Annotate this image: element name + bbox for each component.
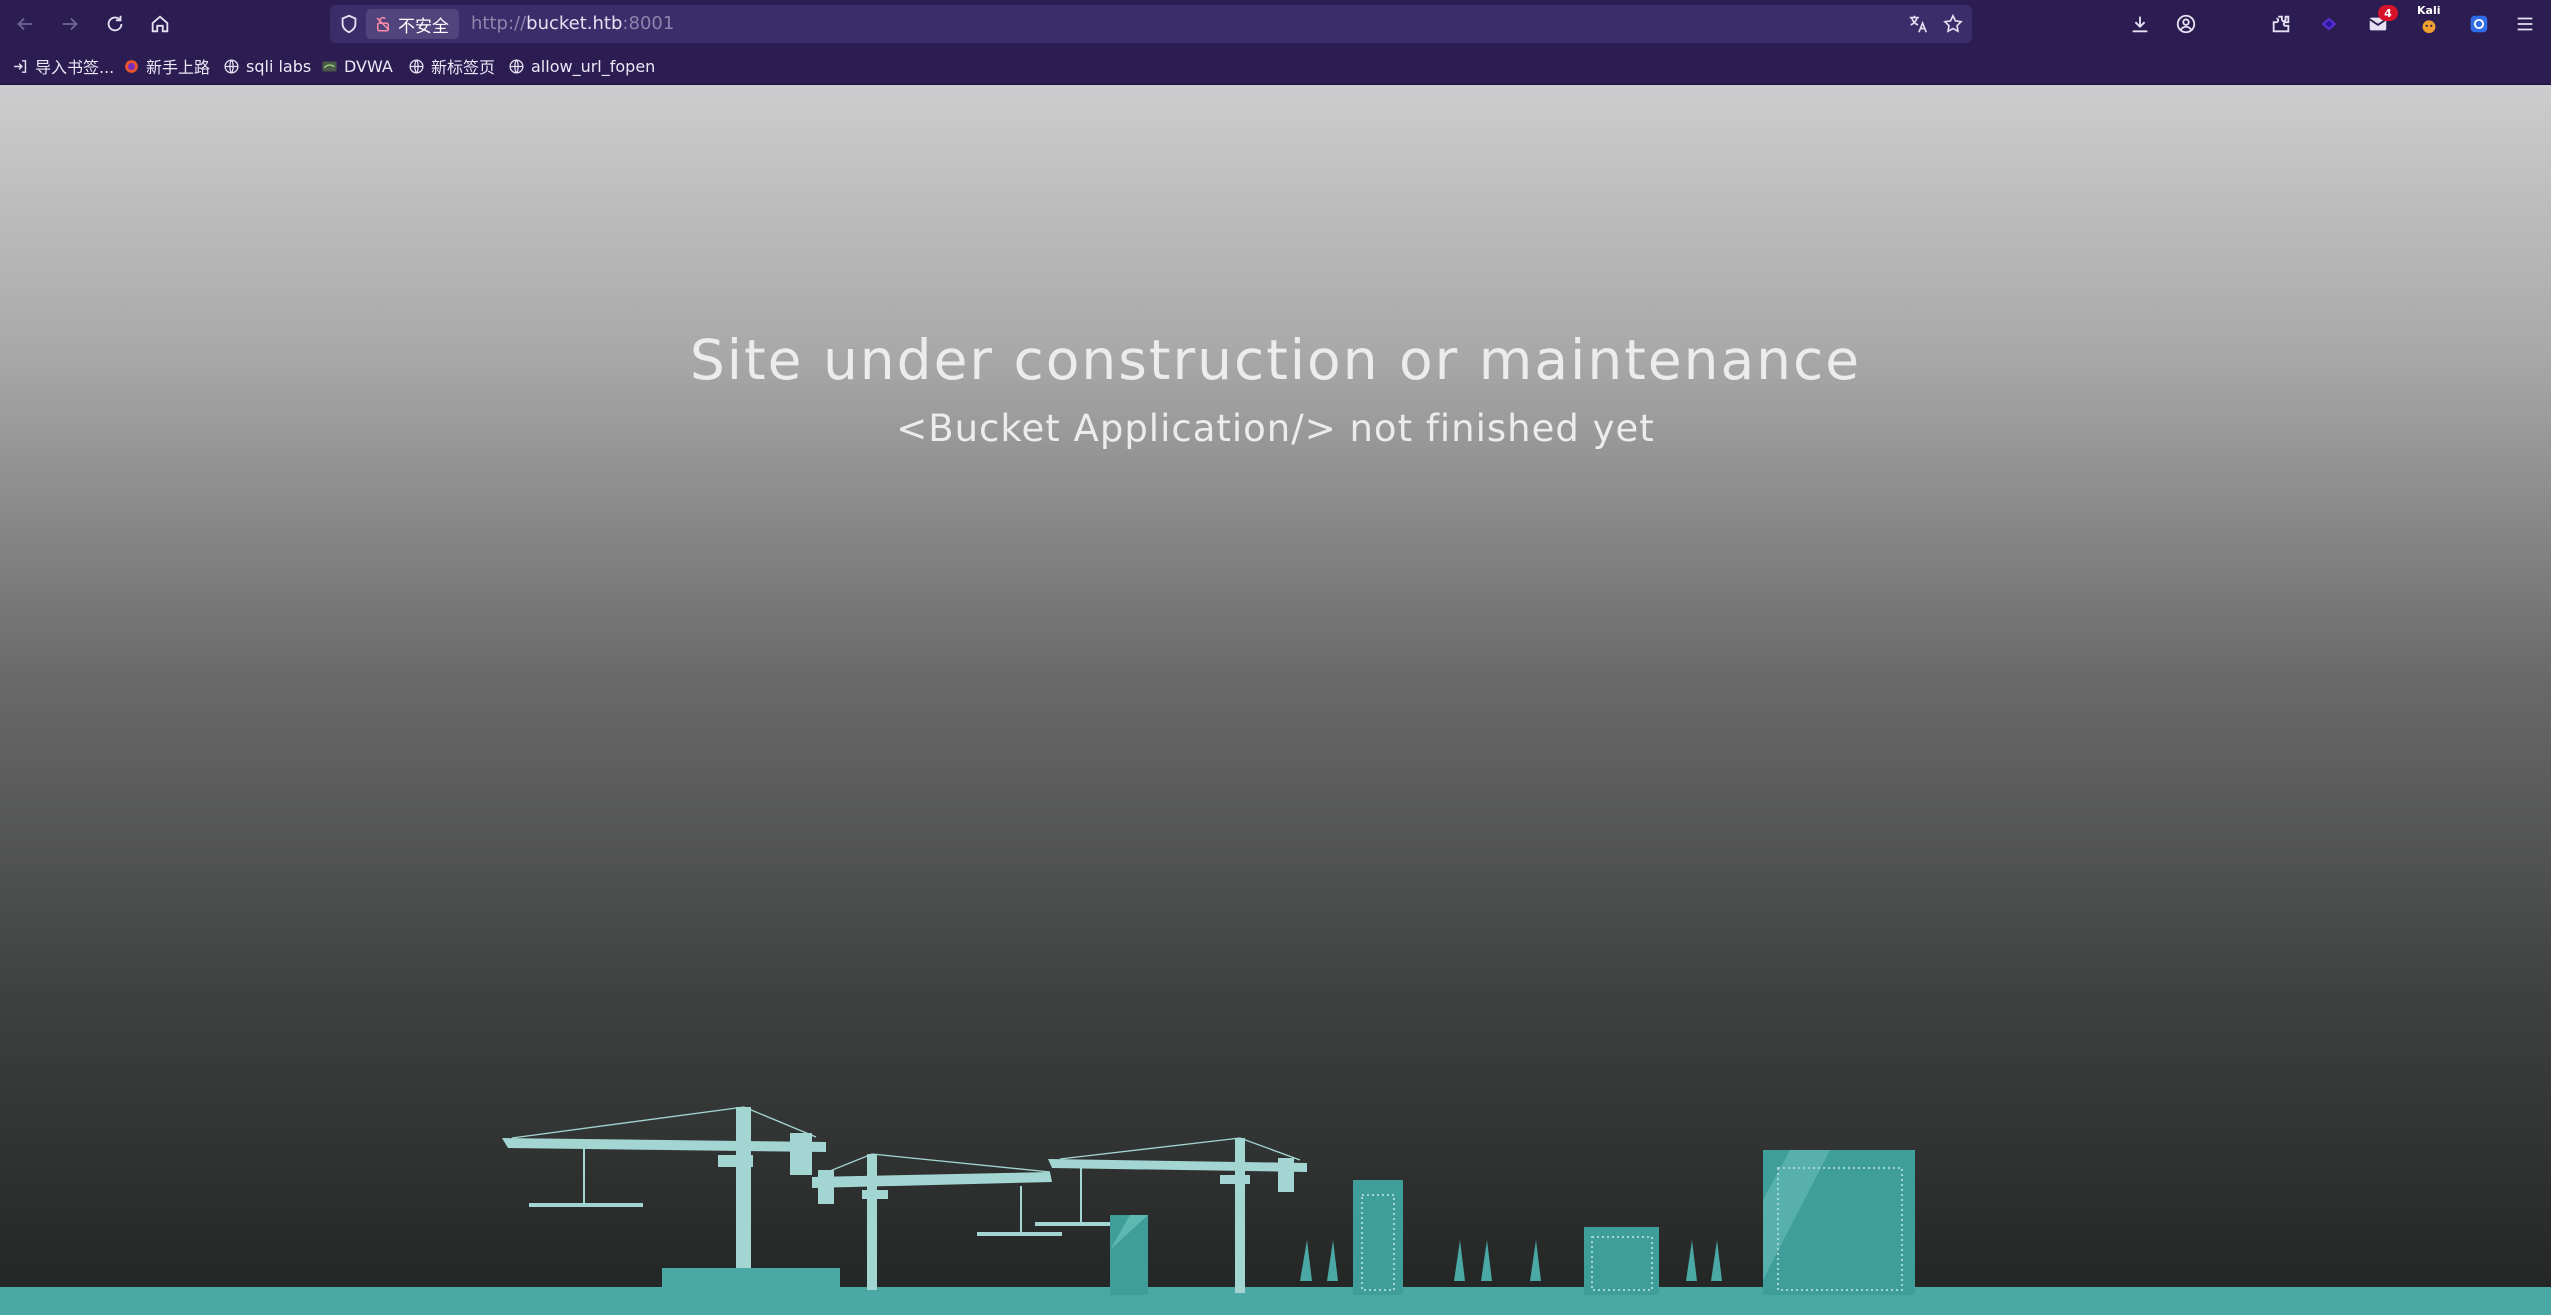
kali-extension-button[interactable]: Kali	[2415, 4, 2443, 38]
bookmark-new-tab[interactable]: 新标签页	[408, 55, 495, 77]
forward-button[interactable]	[54, 8, 86, 40]
url-host: bucket.htb	[526, 13, 623, 34]
reload-button[interactable]	[99, 8, 131, 40]
ground-strip	[0, 1287, 2551, 1315]
url-scheme: http://	[471, 13, 527, 34]
globe-icon	[224, 58, 239, 74]
notification-badge: 4	[2378, 5, 2398, 21]
bookmark-sqli-labs[interactable]: sqli labs	[223, 55, 311, 77]
globe-icon	[409, 58, 424, 74]
pocket-icon	[2321, 17, 2337, 31]
home-icon	[151, 15, 169, 33]
extensions-icon	[2272, 15, 2290, 33]
building-large	[1763, 1150, 1915, 1295]
downloads-button[interactable]	[2126, 10, 2154, 38]
download-icon	[2132, 16, 2148, 33]
extensions-button[interactable]	[2267, 10, 2295, 38]
building-small	[1110, 1215, 1148, 1295]
building-low	[1584, 1227, 1659, 1295]
bookmark-label: 导入书签...	[35, 58, 115, 77]
crane-right	[1035, 1137, 1307, 1293]
connection-insecure-button[interactable]: 不安全	[366, 9, 459, 39]
account-button[interactable]	[2172, 10, 2200, 38]
menu-icon	[2517, 17, 2533, 31]
mail-extension-button[interactable]: 4	[2364, 5, 2398, 38]
url-text[interactable]: http://bucket.htb:8001	[471, 13, 674, 34]
reload-icon	[107, 15, 123, 32]
shield-icon[interactable]	[338, 13, 360, 35]
crane-medium	[812, 1153, 1062, 1290]
app-menu-button[interactable]	[2511, 10, 2539, 38]
dvwa-icon	[322, 61, 337, 71]
url-port: :8001	[622, 13, 675, 34]
crane-large	[502, 1106, 840, 1292]
translate-icon[interactable]	[1907, 13, 1929, 35]
bookmark-label: sqli labs	[246, 56, 312, 76]
url-bar[interactable]: 不安全 http://bucket.htb:8001	[330, 5, 1972, 43]
account-icon	[2176, 14, 2196, 34]
home-button[interactable]	[144, 8, 176, 40]
pocket-button[interactable]	[2315, 10, 2343, 38]
container-icon	[2470, 15, 2488, 33]
page-content: Site under construction or maintenance <…	[0, 85, 2551, 1315]
globe-icon	[509, 58, 524, 74]
construction-skyline-illustration	[0, 1106, 2551, 1315]
firefox-icon	[125, 59, 138, 73]
browser-toolbar: 不安全 http://bucket.htb:8001 4 Kali	[0, 0, 2551, 48]
bookmark-label: 新标签页	[431, 58, 496, 77]
bookmark-allow-url-fopen[interactable]: allow_url_fopen	[508, 55, 655, 77]
forward-icon	[62, 17, 78, 31]
lock-broken-icon	[376, 16, 390, 32]
back-icon	[17, 17, 33, 31]
bookmark-label: 新手上路	[146, 58, 211, 77]
bookmark-label: allow_url_fopen	[531, 56, 656, 76]
star-icon[interactable]	[1942, 13, 1964, 35]
kali-label: Kali	[2417, 4, 2441, 17]
container-button[interactable]	[2465, 10, 2493, 38]
bookmark-getting-started[interactable]: 新手上路	[123, 55, 210, 77]
building-tower	[1353, 1180, 1403, 1295]
bookmark-import[interactable]: 导入书签...	[12, 55, 114, 77]
bookmark-label: DVWA	[344, 56, 393, 76]
connection-status-label: 不安全	[398, 16, 449, 37]
import-icon	[14, 59, 27, 73]
bookmark-dvwa[interactable]: DVWA	[321, 55, 393, 77]
bookmarks-bar: 导入书签... 新手上路 sqli labs DVWA 新标签页 allow_u…	[0, 48, 2551, 85]
back-button[interactable]	[9, 8, 41, 40]
